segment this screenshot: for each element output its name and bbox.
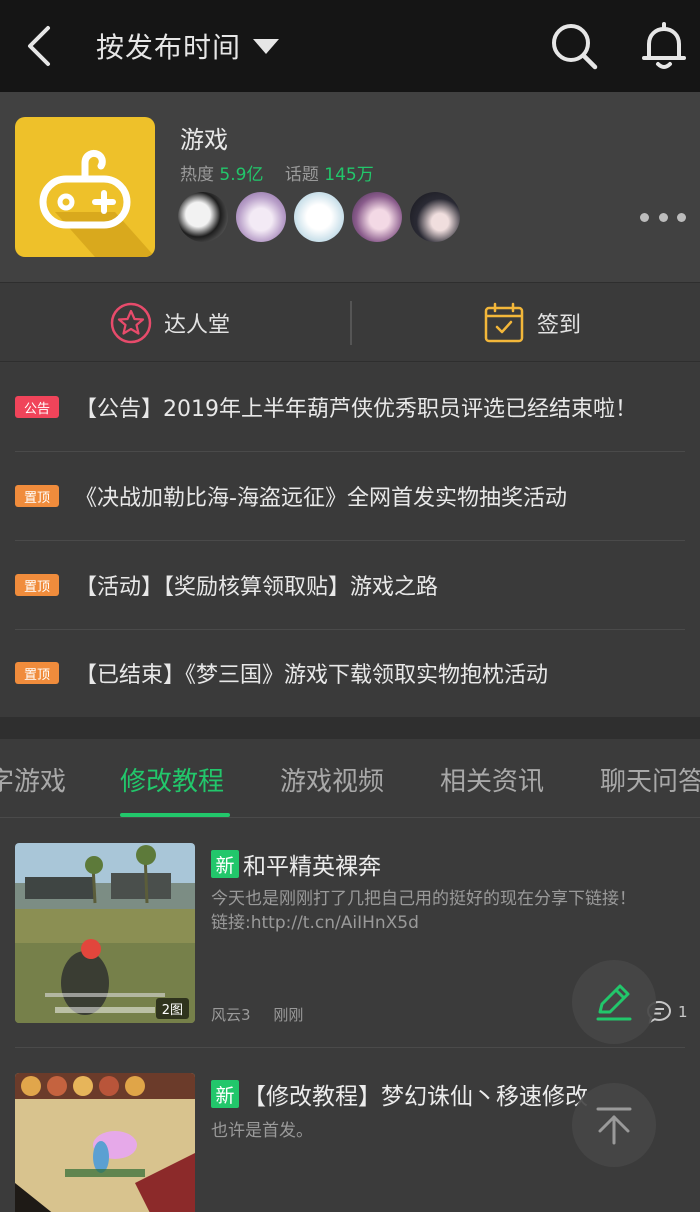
dot-icon: [640, 212, 649, 222]
expert-hall-button[interactable]: 达人堂: [110, 283, 230, 363]
scroll-to-top-button[interactable]: [572, 1083, 656, 1167]
tab-chat-qa[interactable]: 聊天问答: [600, 761, 700, 798]
post-title: 【修改教程】梦幻诛仙丶移速修改: [243, 1084, 588, 1110]
post-author[interactable]: 风云3: [211, 1006, 251, 1024]
gamepad-icon: [39, 149, 155, 257]
dot-icon: [658, 212, 668, 222]
notice-title: 【公告】2019年上半年葫芦侠优秀职员评选已经结束啦！: [75, 397, 637, 422]
tab-word-games[interactable]: 字游戏: [0, 761, 66, 798]
active-tab-indicator: [120, 813, 230, 817]
arrow-up-to-top-icon: [596, 1107, 632, 1145]
category-stats: 热度 5.9亿 话题 145万: [180, 160, 374, 185]
post-title-row: 新 【修改教程】梦幻诛仙丶移速修改: [211, 1077, 588, 1111]
notification-button[interactable]: [638, 20, 690, 72]
avatar[interactable]: [236, 192, 286, 242]
new-badge: 新: [211, 850, 239, 878]
category-name: 游戏: [180, 126, 228, 154]
pencil-icon: [596, 984, 632, 1021]
notice-title: 【活动】【奖励核算领取贴】游戏之路: [75, 575, 439, 600]
sort-label: 按发布时间: [96, 31, 242, 64]
notice-item[interactable]: 置顶 【已结束】《梦三国》游戏下载领取实物抱枕活动: [0, 629, 700, 717]
sort-dropdown[interactable]: 按发布时间: [96, 24, 280, 68]
notice-title: 《决战加勒比海-海盗远征》全网首发实物抽奖活动: [75, 486, 567, 511]
calendar-check-icon: [484, 302, 524, 343]
announcement-badge: 公告: [15, 396, 59, 418]
dot-icon: [677, 212, 686, 222]
pinned-badge: 置顶: [15, 662, 59, 684]
heat-value: 5.9亿: [219, 165, 264, 185]
divider: [350, 301, 352, 345]
chevron-left-icon: [28, 26, 50, 66]
post-description: 今天也是刚刚打了几把自己用的挺好的现在分享下链接！链接:http://t.cn/…: [211, 889, 636, 933]
section-gap: [0, 717, 700, 739]
category-tabs: 字游戏 修改教程 游戏视频 相关资讯 聊天问答: [0, 739, 700, 818]
top-bar: 按发布时间: [0, 0, 700, 92]
back-button[interactable]: [18, 22, 62, 70]
post-title-row: 新 和平精英裸奔: [211, 847, 381, 881]
topic-value: 145万: [324, 165, 374, 185]
tab-game-videos[interactable]: 游戏视频: [280, 761, 384, 798]
notice-item[interactable]: 置顶 【活动】【奖励核算领取贴】游戏之路: [0, 541, 700, 629]
action-row: 达人堂 签到: [0, 282, 700, 362]
image-count-badge: 2图: [155, 998, 189, 1019]
compose-post-button[interactable]: [572, 960, 656, 1044]
category-logo: [15, 117, 155, 257]
tab-related-news[interactable]: 相关资讯: [440, 761, 544, 798]
new-badge: 新: [211, 1080, 239, 1108]
expert-hall-label: 达人堂: [164, 313, 231, 338]
avatar[interactable]: [178, 192, 228, 242]
notice-title: 【已结束】《梦三国》游戏下载领取实物抱枕活动: [75, 663, 549, 688]
search-button[interactable]: [548, 20, 600, 72]
category-header: 游戏 热度 5.9亿 话题 145万: [0, 92, 700, 282]
pinned-notices: 公告 【公告】2019年上半年葫芦侠优秀职员评选已经结束啦！ 置顶 《决战加勒比…: [0, 363, 700, 717]
topic-label: 话题: [284, 165, 319, 185]
notice-item[interactable]: 公告 【公告】2019年上半年葫芦侠优秀职员评选已经结束啦！: [0, 363, 700, 451]
post-thumbnail[interactable]: 2图: [15, 843, 195, 1023]
divider: [15, 1047, 685, 1048]
pinned-badge: 置顶: [15, 574, 59, 596]
post-time: 刚刚: [273, 1006, 304, 1024]
tab-mod-tutorials[interactable]: 修改教程: [120, 761, 224, 798]
checkin-label: 签到: [537, 313, 582, 338]
heat-label: 热度: [180, 165, 214, 185]
game-screenshot-image: [15, 1073, 195, 1212]
pinned-badge: 置顶: [15, 485, 59, 507]
notice-item[interactable]: 置顶 《决战加勒比海-海盗远征》全网首发实物抽奖活动: [0, 452, 700, 540]
post-thumbnail[interactable]: [15, 1073, 195, 1212]
more-options-button[interactable]: [640, 210, 686, 224]
search-icon: [552, 24, 598, 70]
avatar[interactable]: [294, 192, 344, 242]
post-meta: 风云3 刚刚: [211, 1004, 321, 1025]
star-badge-icon: [110, 302, 152, 344]
post-title: 和平精英裸奔: [243, 854, 381, 880]
bell-icon: [642, 22, 686, 69]
caret-down-icon: [253, 38, 280, 54]
avatar[interactable]: [410, 192, 460, 242]
checkin-button[interactable]: 签到: [483, 283, 581, 363]
moderator-avatars: [178, 192, 468, 242]
comment-count-value: 1: [678, 1003, 688, 1021]
game-screenshot-image: [15, 843, 195, 1023]
avatar[interactable]: [352, 192, 402, 242]
